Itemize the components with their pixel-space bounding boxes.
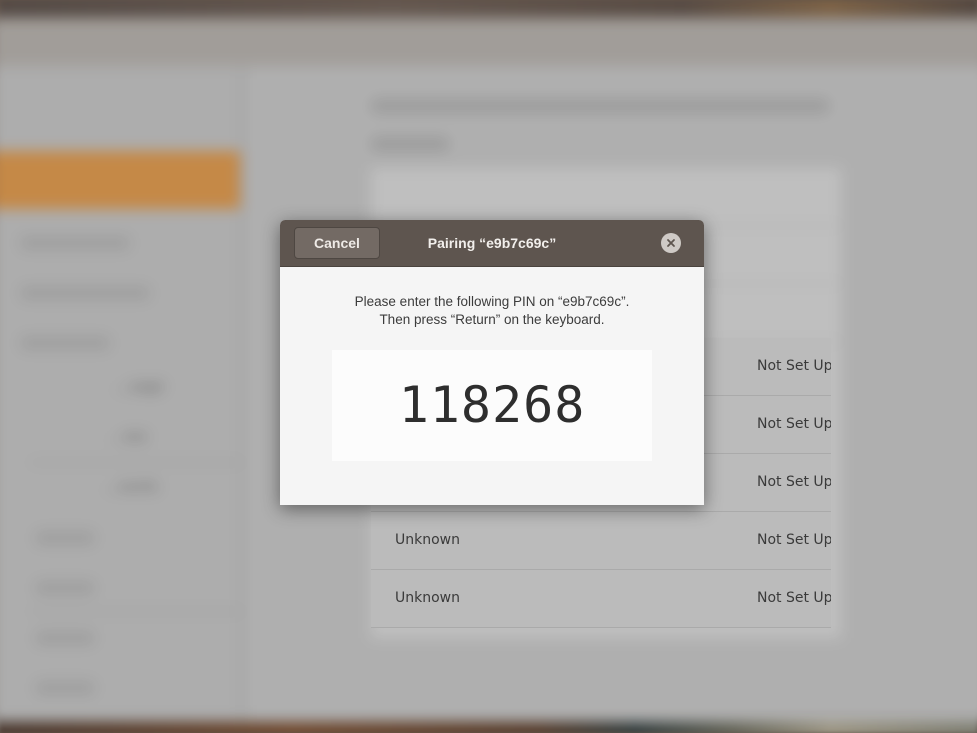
pin-display-box: 118268 bbox=[332, 350, 652, 461]
pin-instructions: Please enter the following PIN on “e9b7c… bbox=[300, 293, 684, 329]
instruction-line: Then press “Return” on the keyboard. bbox=[379, 312, 605, 327]
dialog-headerbar: Cancel Pairing “e9b7c69c” bbox=[280, 220, 704, 267]
close-icon bbox=[666, 238, 676, 248]
pairing-dialog: Cancel Pairing “e9b7c69c” Please enter t… bbox=[280, 220, 704, 505]
close-button[interactable] bbox=[661, 233, 681, 253]
cancel-button[interactable]: Cancel bbox=[294, 227, 380, 259]
dialog-body: Please enter the following PIN on “e9b7c… bbox=[280, 267, 704, 505]
dialog-title: Pairing “e9b7c69c” bbox=[427, 235, 557, 251]
instruction-line: Please enter the following PIN on “e9b7c… bbox=[354, 294, 630, 309]
pin-code: 118268 bbox=[398, 376, 586, 434]
